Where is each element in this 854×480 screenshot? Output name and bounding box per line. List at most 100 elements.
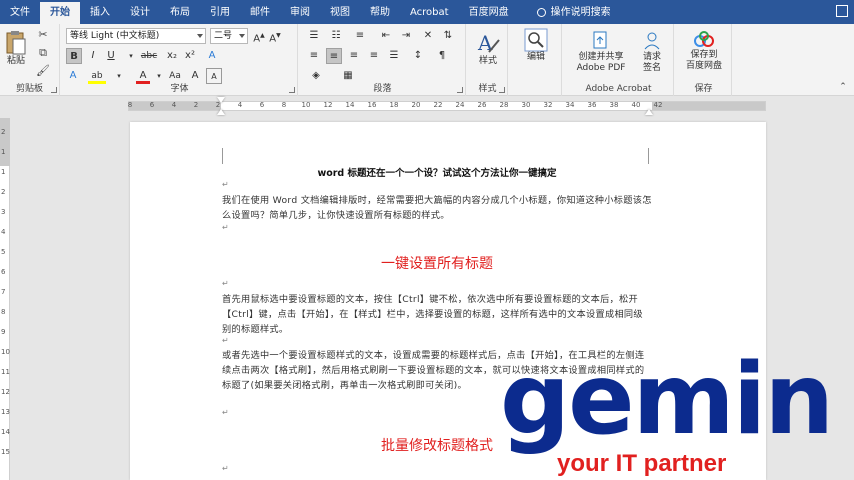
- collapse-ribbon-icon[interactable]: ⌃: [836, 80, 850, 94]
- method-one-paragraph[interactable]: 首先用鼠标选中要设置标题的文本，按住【Ctrl】键不松，依次选中所有要设置标题的…: [222, 292, 652, 337]
- chinese-layout-icon[interactable]: ✕: [420, 28, 436, 44]
- tab-insert[interactable]: 插入: [80, 2, 120, 24]
- shrink-font-button[interactable]: A▼: [268, 28, 282, 44]
- subscript-button[interactable]: x₂: [164, 48, 180, 64]
- hanging-indent-marker[interactable]: [217, 109, 225, 115]
- ruler-tick-label: 42: [653, 101, 663, 109]
- tab-file[interactable]: 文件: [0, 2, 40, 24]
- vruler-tick-label: 9: [1, 328, 6, 336]
- increase-indent-icon[interactable]: ⇥: [398, 28, 414, 44]
- bold-button[interactable]: B: [66, 48, 82, 64]
- tab-baidu-netdisk[interactable]: 百度网盘: [459, 2, 519, 24]
- text-effects-button[interactable]: A: [204, 48, 220, 64]
- vertical-ruler[interactable]: 2 1 1 2 3 4 5 6 7 8 9 10 11 12 13 14 15: [0, 118, 10, 480]
- ribbon-display-options-icon[interactable]: [836, 5, 848, 17]
- right-indent-marker[interactable]: [645, 109, 653, 115]
- acrobat-group-label: Adobe Acrobat: [585, 84, 652, 94]
- decrease-indent-icon[interactable]: ⇤: [378, 28, 394, 44]
- save-group: 保存到 百度网盘 保存: [676, 24, 732, 96]
- font-name-combo[interactable]: 等线 Light (中文标题): [66, 28, 206, 44]
- tab-acrobat[interactable]: Acrobat: [400, 2, 459, 24]
- clipboard-icon: [6, 31, 26, 55]
- tab-references[interactable]: 引用: [200, 2, 240, 24]
- editing-button[interactable]: 编辑: [522, 28, 550, 63]
- distributed-icon[interactable]: ☰: [386, 48, 402, 64]
- create-share-pdf-label: 创建并共享 Adobe PDF: [576, 52, 626, 73]
- ribbon-tab-bar: 文件 开始 插入 设计 布局 引用 邮件 审阅 视图 帮助 Acrobat 百度…: [0, 0, 854, 24]
- vruler-tick-label: 13: [1, 408, 10, 416]
- font-launcher-icon[interactable]: [289, 87, 295, 93]
- tab-view[interactable]: 视图: [320, 2, 360, 24]
- ruler-tick-label: 16: [367, 101, 377, 109]
- underline-dropdown-icon[interactable]: ▾: [124, 48, 138, 64]
- paragraph-mark: ↵: [222, 336, 229, 345]
- multilevel-list-icon[interactable]: ≡: [352, 28, 368, 44]
- document-title[interactable]: word 标题还在一个一个设？试试这个方法让你一键搞定: [222, 165, 652, 179]
- bullets-icon[interactable]: ☰: [306, 28, 322, 44]
- magnifier-icon: [524, 28, 548, 52]
- font-size-combo[interactable]: 二号: [210, 28, 248, 44]
- format-painter-icon[interactable]: 🖌: [36, 64, 50, 78]
- ruler-tick-label: 6: [149, 101, 155, 109]
- intro-paragraph[interactable]: 我们在使用 Word 文档编辑排版时，经常需要把大篇幅的内容分成几个小标题，你知…: [222, 193, 652, 223]
- ruler-tick-label: 4: [237, 101, 243, 109]
- request-signature-button[interactable]: 请求 签名: [636, 30, 668, 74]
- vruler-tick-label: 5: [1, 248, 6, 256]
- vruler-tick-label: 3: [1, 208, 6, 216]
- vruler-tick-label: 2: [1, 188, 6, 196]
- logo-tagline: your IT partner: [557, 450, 727, 477]
- tab-layout[interactable]: 布局: [160, 2, 200, 24]
- vruler-tick-label: 15: [1, 448, 10, 456]
- save-to-baidu-button[interactable]: 保存到 百度网盘: [680, 30, 728, 72]
- align-center-icon[interactable]: ≡: [326, 48, 342, 64]
- clipboard-launcher-icon[interactable]: [51, 87, 57, 93]
- tab-help[interactable]: 帮助: [360, 2, 400, 24]
- vruler-tick-label: 1: [1, 148, 6, 156]
- strikethrough-button[interactable]: abc: [138, 48, 160, 64]
- grow-font-button[interactable]: A▲: [252, 28, 266, 44]
- heading-one-click-titles[interactable]: 一键设置所有标题: [222, 253, 652, 273]
- editing-group: 编辑: [510, 24, 562, 96]
- vruler-tick-label: 4: [1, 228, 6, 236]
- tab-design[interactable]: 设计: [120, 2, 160, 24]
- paragraph-group-label: 段落: [373, 84, 392, 94]
- paragraph-launcher-icon[interactable]: [457, 87, 463, 93]
- align-right-icon[interactable]: ≡: [346, 48, 362, 64]
- superscript-button[interactable]: x²: [182, 48, 198, 64]
- tab-review[interactable]: 审阅: [280, 2, 320, 24]
- save-group-label: 保存: [694, 84, 713, 94]
- paste-button[interactable]: 粘贴: [2, 30, 30, 67]
- ruler-tick-label: 30: [521, 101, 531, 109]
- italic-button[interactable]: I: [86, 48, 100, 64]
- save-to-baidu-label: 保存到 百度网盘: [685, 50, 722, 71]
- crop-mark-left: [222, 148, 223, 164]
- ruler-tick-label: 38: [609, 101, 619, 109]
- clipboard-group: 粘贴 ✂ ⧉ 🖌 剪贴板: [0, 24, 60, 96]
- vruler-tick-label: 11: [1, 368, 10, 376]
- vruler-tick-label: 1: [1, 168, 6, 176]
- tab-mailings[interactable]: 邮件: [240, 2, 280, 24]
- sort-icon[interactable]: ⇅: [440, 28, 456, 44]
- underline-button[interactable]: U: [104, 48, 118, 64]
- font-group-label: 字体: [170, 84, 189, 94]
- tab-home[interactable]: 开始: [40, 2, 80, 24]
- request-signature-label: 请求 签名: [642, 52, 661, 73]
- logo-wordmark: gemin: [500, 343, 834, 457]
- line-spacing-icon[interactable]: ↕: [410, 48, 426, 64]
- numbering-icon[interactable]: ☷: [328, 28, 344, 44]
- create-share-pdf-button[interactable]: 创建并共享 Adobe PDF: [570, 30, 632, 74]
- styles-button[interactable]: A 样式: [472, 30, 504, 67]
- copy-icon[interactable]: ⧉: [36, 46, 50, 60]
- horizontal-ruler[interactable]: 8 6 4 2 2 4 6 8 10 12 14 16 18 20 22 24 26 28 30 32 34 36 38 40…: [0, 97, 854, 115]
- show-marks-icon[interactable]: ¶: [434, 48, 450, 64]
- styles-launcher-icon[interactable]: [499, 87, 505, 93]
- justify-icon[interactable]: ≡: [366, 48, 382, 64]
- tell-me-search[interactable]: 操作说明搜索: [527, 2, 621, 24]
- crop-mark-right: [648, 148, 649, 164]
- cut-icon[interactable]: ✂: [36, 28, 50, 42]
- ruler-tick-label: 8: [281, 101, 287, 109]
- ruler-tick-label: 6: [259, 101, 265, 109]
- align-left-icon[interactable]: ≡: [306, 48, 322, 64]
- styles-icon: A: [477, 31, 500, 55]
- first-line-indent-marker[interactable]: [217, 97, 225, 103]
